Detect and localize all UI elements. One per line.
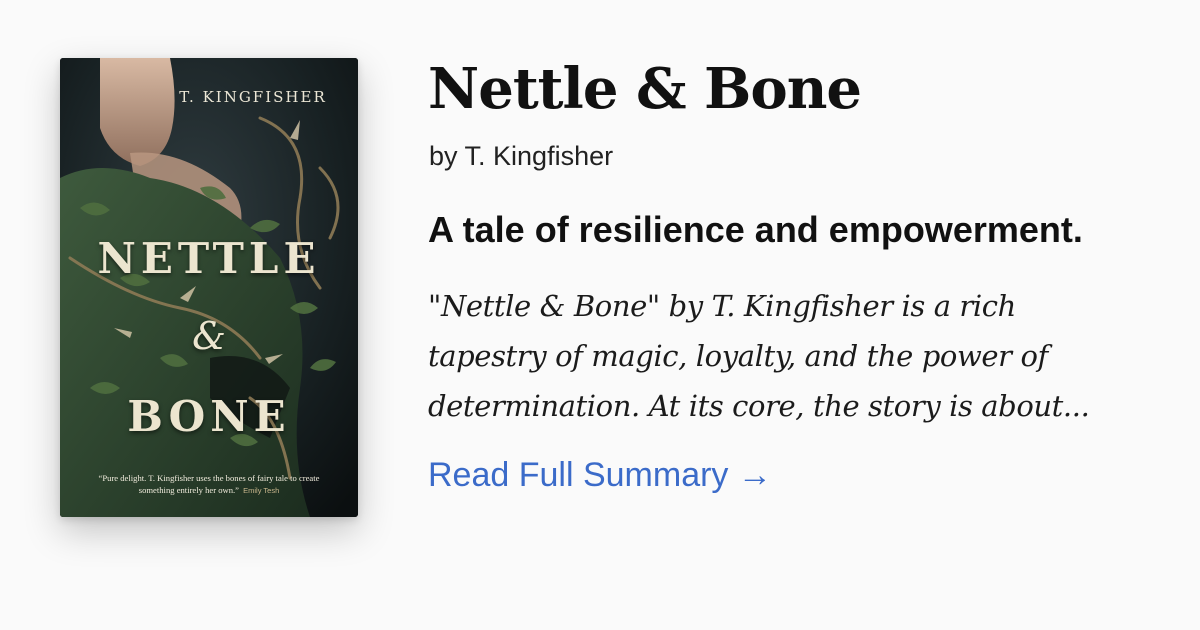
cover-title-ampersand: &	[192, 314, 226, 358]
summary-line: determination. At its core, the story is…	[428, 389, 1090, 423]
summary-line: "Nettle & Bone" by T. Kingfisher is a ri…	[428, 289, 1016, 323]
book-summary: "Nettle & Bone" by T. Kingfisher is a ri…	[428, 281, 1163, 431]
cover-quote-attribution: Emily Tesh	[243, 486, 280, 495]
book-tagline: A tale of resilience and empowerment.	[428, 209, 1083, 250]
book-cover: T. KINGFISHER NETTLE & BONE “Pure deligh…	[60, 58, 358, 517]
cover-title-line-3: BONE	[127, 392, 291, 441]
cover-author: T. KINGFISHER	[179, 88, 327, 106]
book-title: Nettle & Bone	[428, 56, 862, 122]
cover-blurb: “Pure delight. T. Kingfisher uses the bo…	[80, 472, 338, 497]
book-author: by T. Kingfisher	[429, 141, 614, 171]
summary-line: tapestry of magic, loyalty, and the powe…	[428, 339, 1048, 373]
cover-title-line-1: NETTLE	[97, 234, 321, 283]
cover-artwork	[60, 58, 358, 517]
read-full-summary-link[interactable]: Read Full Summary →	[428, 456, 772, 495]
cover-quote-text: “Pure delight. T. Kingfisher uses the bo…	[98, 473, 320, 495]
